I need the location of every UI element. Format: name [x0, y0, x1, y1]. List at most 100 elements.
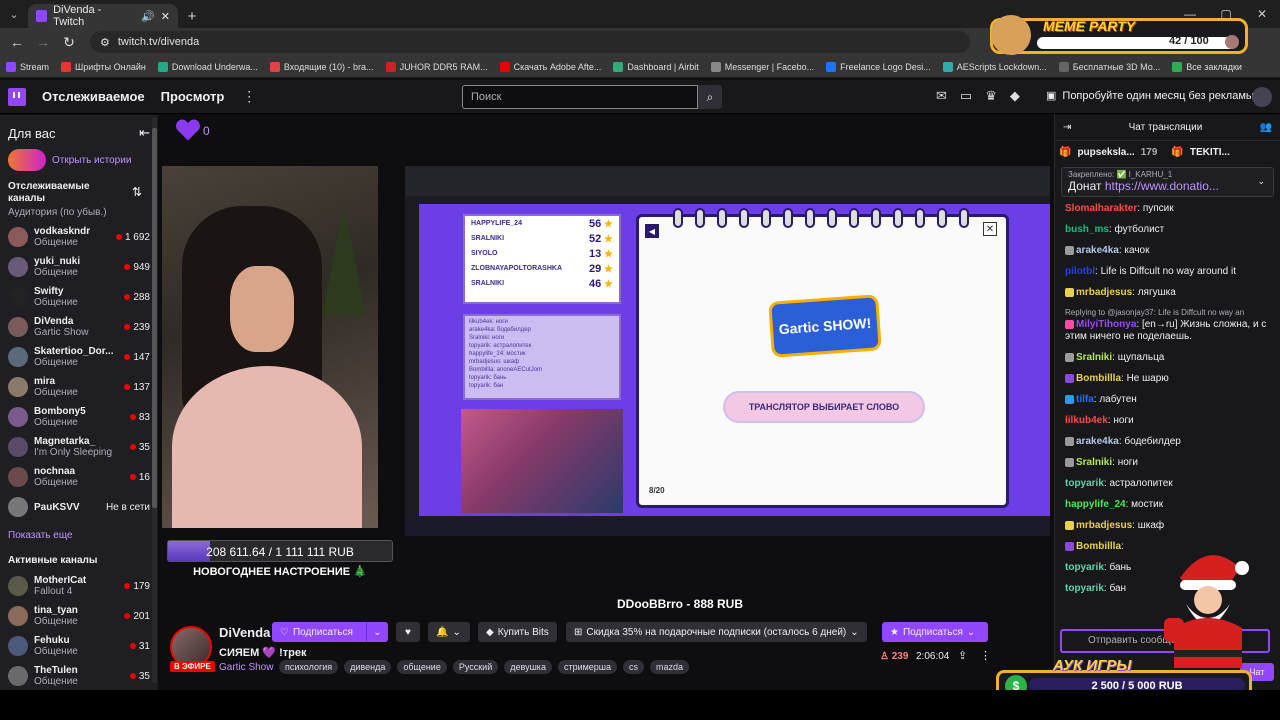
chat-username[interactable]: mrbadjesus	[1076, 287, 1132, 298]
chat-username[interactable]: topyarik	[1065, 478, 1104, 489]
bookmark-item[interactable]: Входящие (10) - bra...	[269, 61, 374, 72]
chat-username[interactable]: MilyiTihonya	[1076, 319, 1136, 330]
channel-name[interactable]: DiVenda	[219, 625, 270, 640]
chevron-down-icon[interactable]: ⌄	[1257, 176, 1265, 187]
sidebar-channel[interactable]: MotherICat Fallout 4 179	[0, 571, 158, 601]
pinned-link[interactable]: https://www.donatio...	[1105, 179, 1219, 193]
bits-icon[interactable]: ◆	[1010, 88, 1020, 104]
sort-icon[interactable]: ⇅	[132, 185, 142, 205]
chat-username[interactable]: pilotbl	[1065, 266, 1095, 277]
sidebar-channel[interactable]: tina_tyan Общение 201	[0, 601, 158, 631]
viewer-count: 147	[124, 352, 150, 363]
bookmark-label: Stream	[20, 61, 50, 72]
tag[interactable]: cs	[623, 660, 645, 674]
viewer-count: 35	[130, 442, 150, 453]
sidebar-channel[interactable]: DiVenda Gartic Show 239	[0, 312, 158, 342]
sidebar-channel[interactable]: mira Общение 137	[0, 372, 158, 402]
bookmark-item[interactable]: AEScripts Lockdown...	[942, 61, 1047, 72]
sidebar-channel[interactable]: vodkaskndr Общение 1 692	[0, 222, 158, 252]
bookmark-item[interactable]: Скачать Adobe Afte...	[499, 61, 601, 72]
prime-icon[interactable]: ♛	[985, 88, 997, 104]
favorite-heart-button[interactable]: ♥	[396, 622, 420, 642]
twitch-logo-icon[interactable]	[8, 87, 26, 106]
bookmark-item[interactable]: Все закладки	[1172, 61, 1242, 72]
sidebar-channel[interactable]: Bombony5 Общение 83	[0, 402, 158, 432]
bookmark-item[interactable]: JUHOR DDR5 RAM...	[385, 61, 488, 72]
chat-username[interactable]: arake4ka	[1076, 436, 1119, 447]
collapse-sidebar-icon[interactable]: ⇤	[139, 125, 150, 141]
stories-row[interactable]: Открыть истории	[0, 145, 158, 175]
chat-username[interactable]: arake4ka	[1076, 245, 1119, 256]
inbox-icon[interactable]: ✉	[936, 88, 947, 104]
tag[interactable]: mazda	[650, 660, 690, 674]
chat-username[interactable]: bush_ms	[1065, 224, 1109, 235]
site-info-icon[interactable]: ⚙	[100, 36, 110, 49]
bookmark-item[interactable]: Шрифты Онлайн	[61, 61, 146, 72]
gift-discount-button[interactable]: ⊞ Скидка 35% на подарочные подписки (ост…	[566, 622, 867, 642]
search-icon[interactable]: ⌕	[698, 85, 722, 109]
chat-username[interactable]: Sralniki	[1076, 352, 1112, 363]
chat-username[interactable]: Bombillla	[1076, 541, 1121, 552]
show-more-link[interactable]: Показать еще	[0, 522, 158, 549]
sidebar-channel[interactable]: Magnetarka_ I'm Only Sleeping 35	[0, 432, 158, 462]
tab-close-icon[interactable]: ✕	[161, 10, 170, 23]
sidebar-channel[interactable]: yuki_nuki Общение 949	[0, 252, 158, 282]
gift-leaderboard[interactable]: 🎁 pupseksla... 179 🎁 TEKITI...	[1055, 141, 1280, 163]
back-arrow-icon[interactable]: ←	[6, 31, 28, 53]
subscribe-button[interactable]: ★ Подписаться ⌄	[882, 622, 988, 642]
pinned-message[interactable]: Закреплено: ✅ I_KARHU_1 Донат https://ww…	[1061, 167, 1274, 197]
chat-username[interactable]: mrbadjesus	[1076, 520, 1132, 531]
chat-username[interactable]: tilfa	[1076, 394, 1094, 405]
new-tab-button[interactable]: +	[178, 4, 206, 28]
sidebar-scrollbar[interactable]	[152, 118, 157, 683]
bookmark-item[interactable]: Messenger | Facebo...	[710, 61, 814, 72]
sidebar-channel[interactable]: Swifty Общение 288	[0, 282, 158, 312]
tag[interactable]: Русский	[452, 660, 499, 674]
search-input[interactable]: Поиск	[462, 85, 698, 109]
game-link[interactable]: Gartic Show	[219, 662, 273, 673]
speaker-icon[interactable]: 🔊	[141, 10, 155, 23]
notifications-button[interactable]: 🔔 ⌄	[428, 622, 470, 642]
bookmark-item[interactable]: Freelance Logo Desi...	[826, 61, 931, 72]
reload-icon[interactable]: ↻	[58, 31, 80, 53]
bookmark-item[interactable]: Dashboard | Airbit	[613, 61, 699, 72]
chat-username[interactable]: happylife_24	[1065, 499, 1126, 510]
url-field[interactable]: ⚙ twitch.tv/divenda	[90, 31, 970, 53]
bookmark-item[interactable]: Stream	[6, 61, 50, 72]
chevron-down-icon[interactable]: ⌄	[366, 622, 388, 642]
sidebar-channel[interactable]: Skatertioo_Dor... Общение 147	[0, 342, 158, 372]
tag[interactable]: дивенда	[344, 660, 392, 674]
share-icon[interactable]: ⇪	[958, 649, 967, 662]
follow-button[interactable]: ♡ Подписаться ⌄	[272, 622, 388, 642]
sidebar-channel[interactable]: nochnaa Общение 16	[0, 462, 158, 492]
tag[interactable]: стримерша	[557, 660, 618, 674]
user-avatar[interactable]	[1252, 87, 1272, 107]
bookmark-item[interactable]: Download Underwa...	[157, 61, 258, 72]
tag[interactable]: общение	[397, 660, 447, 674]
tag[interactable]: психология	[279, 660, 339, 674]
chat-username[interactable]: topyarik	[1065, 583, 1104, 594]
whispers-icon[interactable]: ▭	[960, 88, 972, 104]
chat-username[interactable]: Slomalharakter	[1065, 203, 1137, 214]
nav-browse[interactable]: Просмотр	[161, 89, 225, 104]
more-dots-icon[interactable]: ⋮	[242, 88, 256, 105]
chat-username[interactable]: Bombillla	[1076, 373, 1121, 384]
ad-free-promo[interactable]: ▣ Попробуйте один месяц без рекламы	[1046, 89, 1254, 103]
browser-tab[interactable]: DiVenda - Twitch 🔊 ✕	[28, 4, 178, 28]
sidebar-channel[interactable]: Fehuku Общение 31	[0, 631, 158, 661]
close-window-button[interactable]: ✕	[1244, 0, 1280, 28]
chat-username[interactable]: topyarik	[1065, 562, 1104, 573]
users-icon[interactable]: 👥	[1260, 122, 1272, 133]
forward-arrow-icon[interactable]: →	[32, 31, 54, 53]
collapse-chat-icon[interactable]: ⇥	[1063, 122, 1071, 133]
chat-username[interactable]: lilkub4ek	[1065, 415, 1108, 426]
channel-offline[interactable]: PauKSVV Не в сети	[0, 492, 158, 522]
chat-username[interactable]: Sralniki	[1076, 457, 1112, 468]
more-options-icon[interactable]: ⋮	[980, 649, 991, 662]
nav-following[interactable]: Отслеживаемое	[42, 89, 145, 104]
tag[interactable]: девушка	[504, 660, 552, 674]
tab-list-button[interactable]: ⌄	[0, 0, 28, 28]
bookmark-item[interactable]: Бесплатные 3D Мо...	[1058, 61, 1160, 72]
sidebar-channel[interactable]: TheTulen Общение 35	[0, 661, 158, 691]
buy-bits-button[interactable]: ◆ Купить Bits	[478, 622, 557, 642]
